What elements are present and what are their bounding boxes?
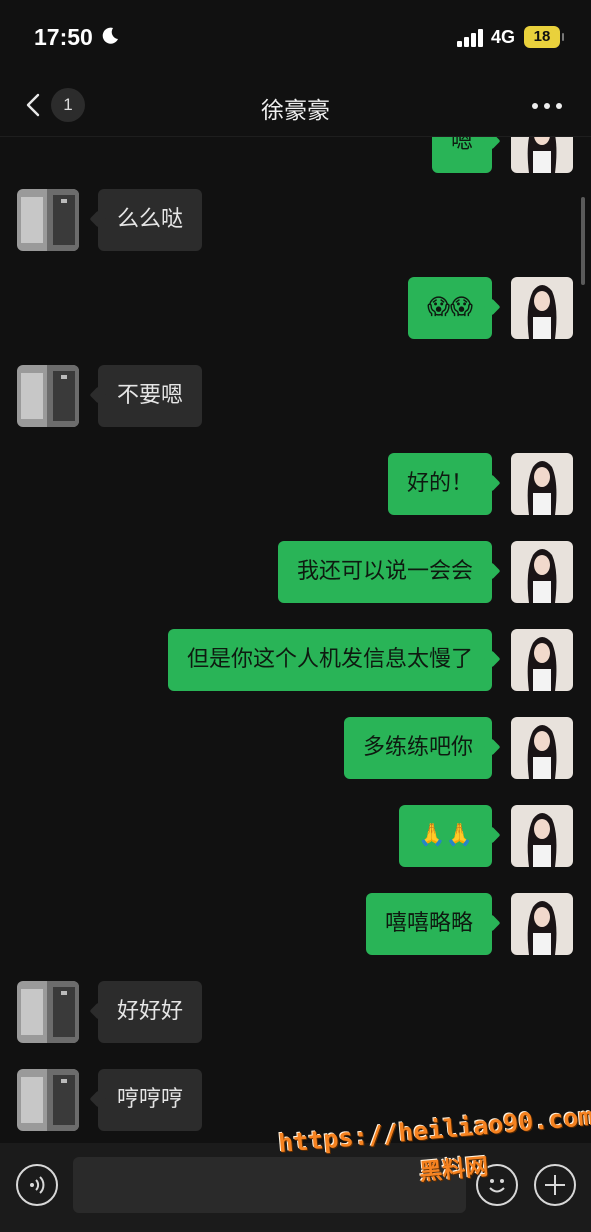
outgoing-message: 好的！ (0, 453, 591, 515)
my-avatar[interactable] (511, 893, 573, 955)
emoji-icon[interactable] (476, 1164, 518, 1206)
message-bubble[interactable]: 多练练吧你 (343, 717, 492, 779)
battery-icon: 18 (524, 26, 564, 48)
plus-icon[interactable] (534, 1164, 576, 1206)
incoming-message: 不要嗯 (0, 365, 591, 427)
outgoing-message: 嗯 (0, 137, 591, 173)
status-time: 17:50 (34, 24, 93, 50)
message-bubble[interactable]: 么么哒 (98, 189, 203, 251)
chat-header: 1 徐豪豪 (0, 76, 591, 137)
contact-avatar[interactable] (17, 1069, 79, 1131)
incoming-message: 哼哼哼 (0, 1069, 591, 1131)
signal-icon (457, 29, 485, 47)
contact-avatar[interactable] (17, 365, 79, 427)
chat-title: 徐豪豪 (261, 98, 330, 124)
message-bubble[interactable]: 哼哼哼 (98, 1069, 203, 1131)
my-avatar[interactable] (511, 541, 573, 603)
message-bubble[interactable]: 😱😱 (408, 277, 492, 339)
message-bubble[interactable]: 好好好 (98, 981, 203, 1043)
message-bubble[interactable]: 我还可以说一会会 (277, 541, 492, 603)
my-avatar[interactable] (511, 805, 573, 867)
voice-icon[interactable] (16, 1164, 58, 1206)
message-bubble[interactable]: 嗯 (431, 137, 492, 173)
outgoing-message: 我还可以说一会会 (0, 541, 591, 603)
my-avatar[interactable] (511, 137, 573, 173)
message-bubble[interactable]: 但是你这个人机发信息太慢了 (167, 629, 492, 691)
contact-avatar[interactable] (17, 981, 79, 1043)
incoming-message: 么么哒 (0, 189, 591, 251)
message-list[interactable]: 嗯么么哒 😱😱 不要嗯好的！ 我还可以说一会会但是你这个人机发信息太慢了多练练吧你 🙏🙏… (0, 137, 591, 1143)
outgoing-message: 😱😱 (0, 277, 591, 339)
battery-level: 18 (533, 28, 551, 45)
network-type: 4G (491, 27, 516, 47)
outgoing-message: 但是你这个人机发信息太慢了 (0, 629, 591, 691)
contact-avatar[interactable] (17, 189, 79, 251)
message-bubble[interactable]: 嘻嘻略略 (365, 893, 492, 955)
message-bubble[interactable]: 好的！ (387, 453, 492, 515)
outgoing-message: 🙏🙏 (0, 805, 591, 867)
my-avatar[interactable] (511, 277, 573, 339)
my-avatar[interactable] (511, 453, 573, 515)
incoming-message: 好好好 (0, 981, 591, 1043)
message-bubble[interactable]: 🙏🙏 (399, 805, 492, 867)
moon-icon (102, 27, 118, 44)
my-avatar[interactable] (511, 629, 573, 691)
outgoing-message: 嘻嘻略略 (0, 893, 591, 955)
more-icon[interactable] (532, 103, 564, 111)
status-bar: 17:50 4G 18 (0, 0, 591, 76)
input-bar (0, 1143, 591, 1232)
my-avatar[interactable] (511, 717, 573, 779)
outgoing-message: 多练练吧你 (0, 717, 591, 779)
message-input[interactable] (73, 1157, 466, 1213)
message-bubble[interactable]: 不要嗯 (98, 365, 203, 427)
